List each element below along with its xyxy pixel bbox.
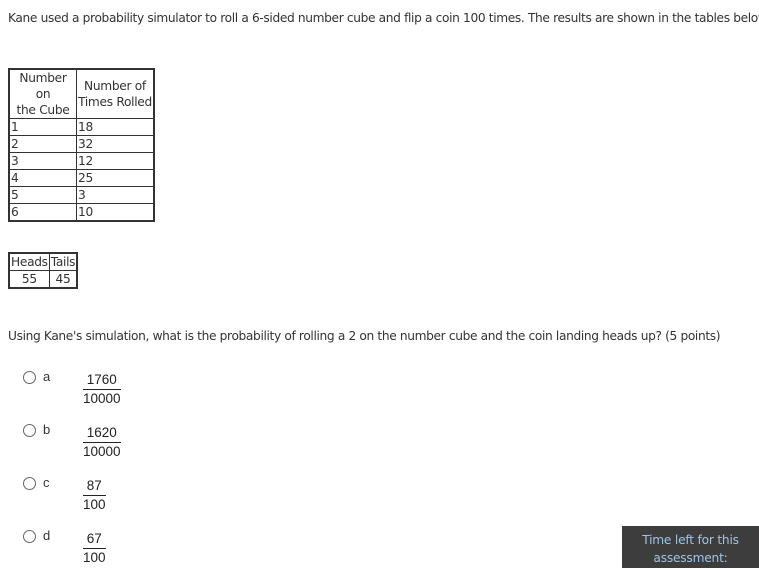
times-rolled-cell: 18 <box>76 118 155 136</box>
answer-option-d[interactable]: d 67 100 <box>23 528 143 568</box>
cube-number-cell: 5 <box>8 186 77 204</box>
cube-number-cell: 4 <box>8 169 77 187</box>
table-header-row: Heads Tails <box>8 252 78 271</box>
timer-label-line2: assessment: <box>653 551 728 565</box>
header-times-rolled: Number of Times Rolled <box>76 68 155 119</box>
assessment-timer: Time left for this assessment: <box>622 526 759 568</box>
times-rolled-cell: 10 <box>76 203 155 222</box>
fraction-bar <box>83 548 106 549</box>
fraction: 67 100 <box>83 531 106 566</box>
fraction-bar <box>83 495 106 496</box>
fraction-denominator: 10000 <box>83 444 121 459</box>
table-row: 4 25 <box>8 169 155 187</box>
times-rolled-cell: 25 <box>76 169 155 187</box>
cube-number-cell: 1 <box>8 118 77 136</box>
header-heads: Heads <box>8 252 50 271</box>
header-number-on-cube: Number on the Cube <box>8 68 77 119</box>
fraction-denominator: 10000 <box>83 391 121 406</box>
question-intro: Kane used a probability simulator to rol… <box>8 11 759 25</box>
table-row: 2 32 <box>8 135 155 153</box>
header-tails: Tails <box>48 252 78 271</box>
cube-results-table: Number on the Cube Number of Times Rolle… <box>8 68 155 222</box>
times-rolled-cell: 3 <box>76 186 155 204</box>
fraction-numerator: 1760 <box>86 372 117 387</box>
radio-button-a[interactable] <box>23 371 36 384</box>
option-letter: c <box>43 475 50 490</box>
table-row: 5 3 <box>8 186 155 204</box>
fraction: 1760 10000 <box>83 372 121 407</box>
fraction-numerator: 67 <box>86 531 102 546</box>
table-row: 3 12 <box>8 152 155 170</box>
fraction-bar <box>83 442 121 443</box>
cube-number-cell: 6 <box>8 203 77 222</box>
cube-number-cell: 2 <box>8 135 77 153</box>
answer-option-c[interactable]: c 87 100 <box>23 475 143 521</box>
radio-button-d[interactable] <box>23 530 36 543</box>
option-letter: d <box>43 528 51 543</box>
times-rolled-cell: 32 <box>76 135 155 153</box>
answer-option-a[interactable]: a 1760 10000 <box>23 369 143 415</box>
table-row: 6 10 <box>8 203 155 222</box>
fraction-denominator: 100 <box>83 497 106 512</box>
fraction-bar <box>83 389 121 390</box>
heads-count-cell: 55 <box>8 270 50 289</box>
table-row: 55 45 <box>8 270 78 289</box>
fraction-numerator: 1620 <box>86 425 117 440</box>
fraction-numerator: 87 <box>86 478 102 493</box>
tails-count-cell: 45 <box>48 270 78 289</box>
cube-number-cell: 3 <box>8 152 77 170</box>
question-text: Using Kane's simulation, what is the pro… <box>8 329 721 343</box>
times-rolled-cell: 12 <box>76 152 155 170</box>
answer-option-b[interactable]: b 1620 10000 <box>23 422 143 468</box>
coin-results-table: Heads Tails 55 45 <box>8 252 79 289</box>
radio-button-c[interactable] <box>23 477 36 490</box>
fraction: 1620 10000 <box>83 425 121 460</box>
option-letter: a <box>43 369 51 384</box>
timer-label-line1: Time left for this <box>642 533 739 547</box>
radio-button-b[interactable] <box>23 424 36 437</box>
fraction-denominator: 100 <box>83 550 106 565</box>
table-header-row: Number on the Cube Number of Times Rolle… <box>8 68 155 119</box>
fraction: 87 100 <box>83 478 106 513</box>
option-letter: b <box>43 422 51 437</box>
table-row: 1 18 <box>8 118 155 136</box>
